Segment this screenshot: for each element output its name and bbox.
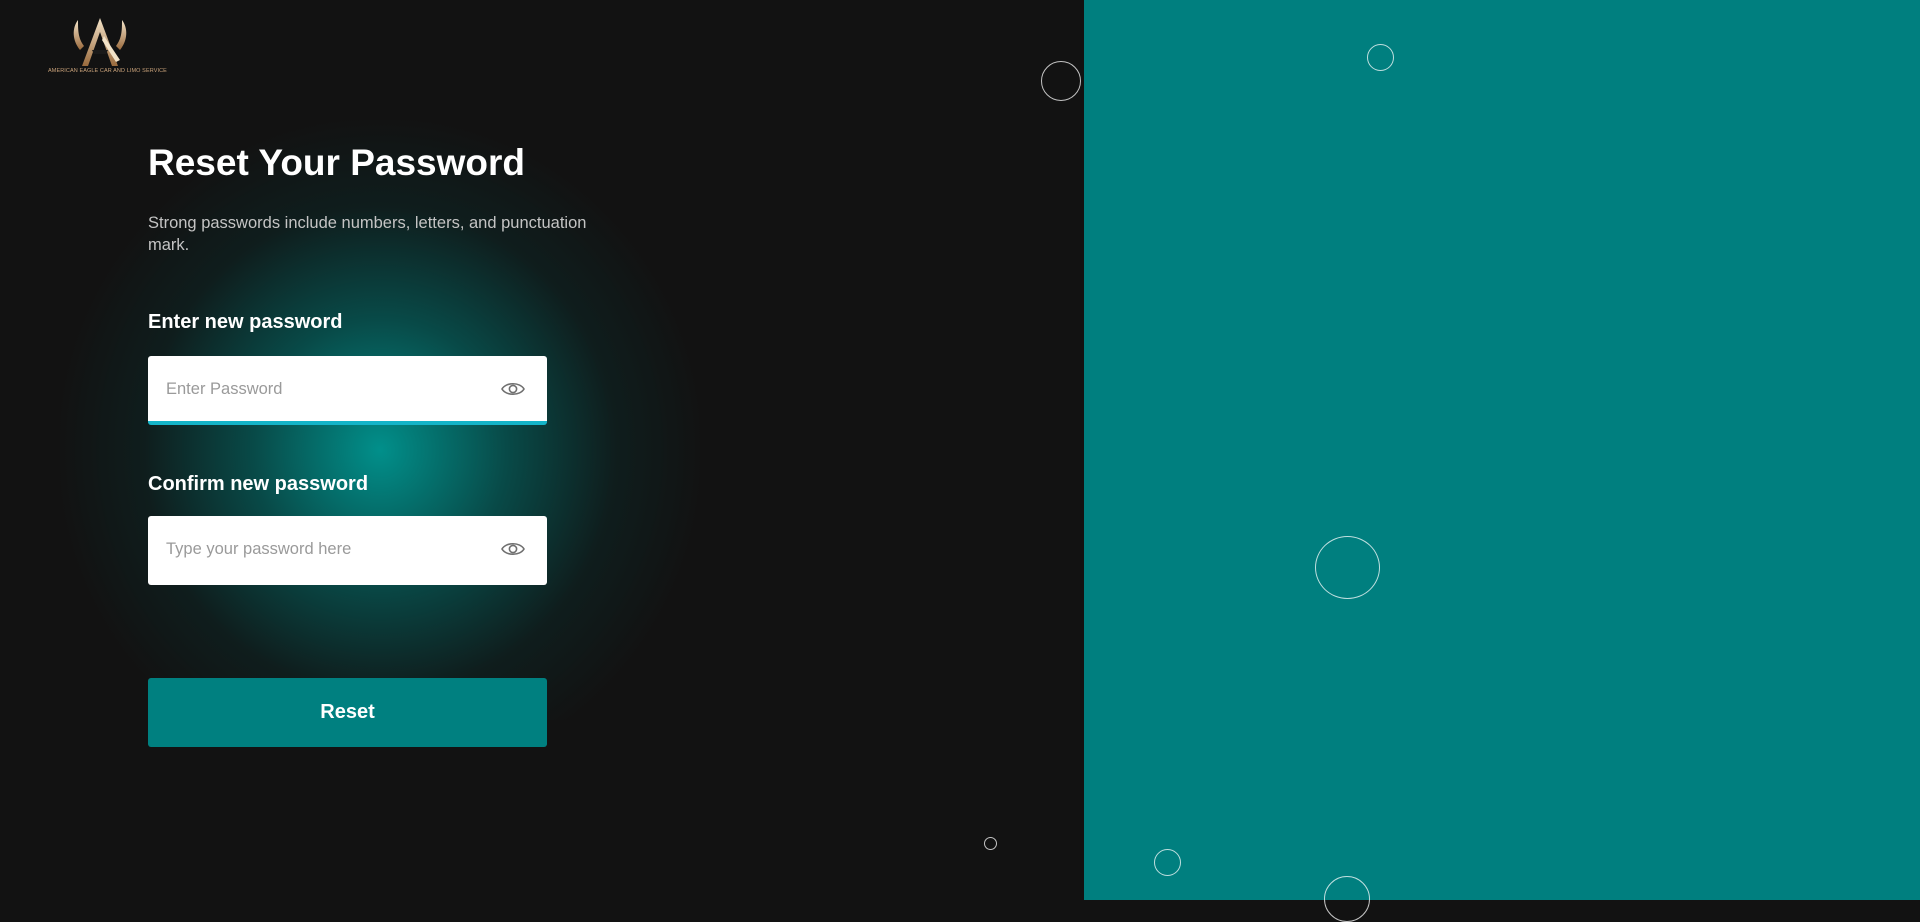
decorative-bubble	[1324, 876, 1370, 922]
new-password-label: Enter new password	[148, 311, 343, 333]
page-title: Reset Your Password	[148, 142, 525, 183]
decorative-bubble	[1315, 536, 1380, 599]
page-subtitle: Strong passwords include numbers, letter…	[148, 214, 587, 254]
decorative-bubble	[1367, 44, 1394, 71]
logo-text: AMERICAN EAGLE CAR AND LIMO SERVICE	[48, 68, 167, 74]
left-panel: AMERICAN EAGLE CAR AND LIMO SERVICE Rese…	[0, 0, 1084, 900]
confirm-password-field[interactable]	[148, 516, 547, 585]
confirm-password-input[interactable]	[164, 516, 498, 583]
decorative-bubble	[984, 837, 997, 850]
eagle-logo-icon	[73, 18, 127, 66]
new-password-input[interactable]	[164, 356, 498, 423]
confirm-password-label: Confirm new password	[148, 473, 369, 495]
reset-button[interactable]: Reset	[148, 678, 547, 747]
decorative-bubble	[1041, 61, 1081, 101]
right-decorative-panel	[1084, 0, 1920, 900]
decorative-bubble	[1154, 849, 1181, 876]
eye-icon[interactable]	[501, 540, 525, 558]
company-logo[interactable]: AMERICAN EAGLE CAR AND LIMO SERVICE	[48, 16, 167, 80]
new-password-field[interactable]	[148, 356, 547, 425]
eye-icon[interactable]	[501, 380, 525, 398]
